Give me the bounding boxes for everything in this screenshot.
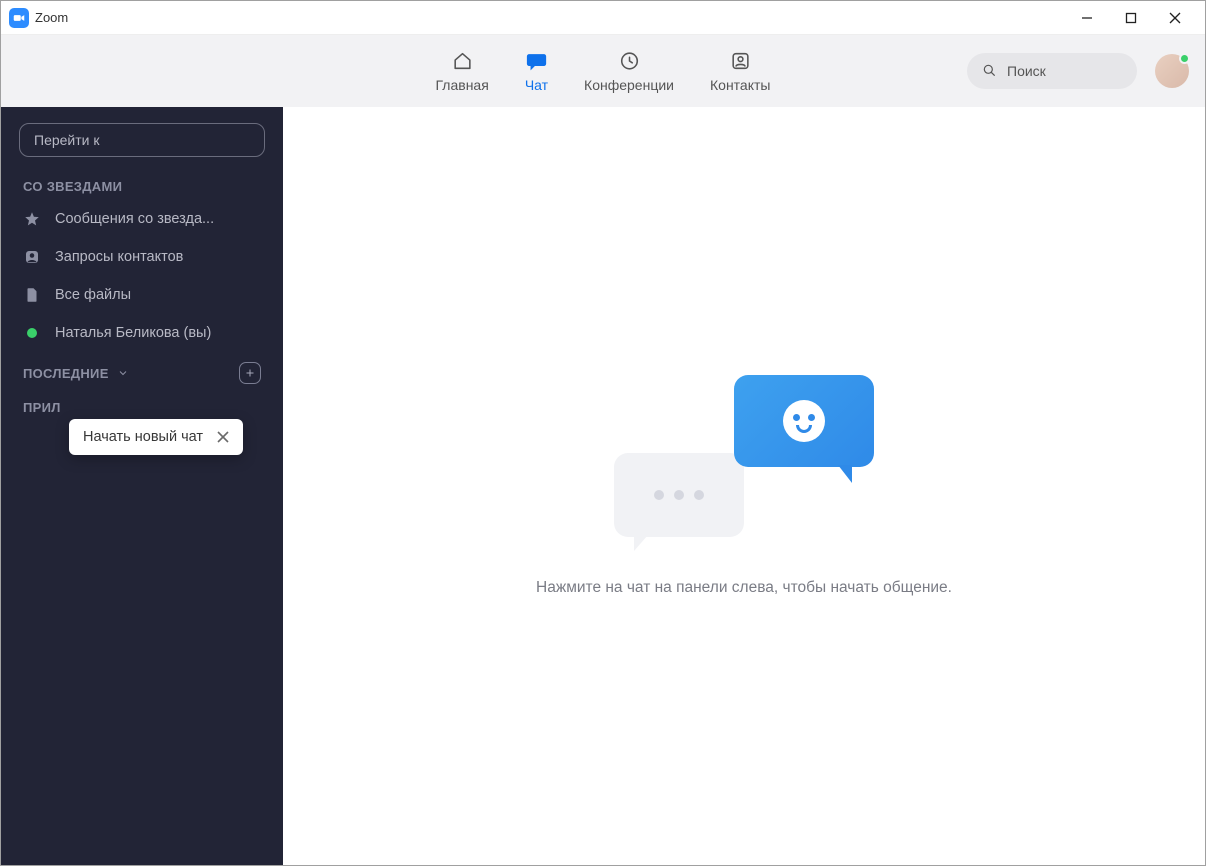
chat-empty-state: Нажмите на чат на панели слева, чтобы на…	[283, 107, 1205, 865]
tab-chat-label: Чат	[525, 77, 548, 93]
presence-dot-icon	[23, 324, 41, 342]
new-chat-button[interactable]	[239, 362, 261, 384]
title-bar: Zoom	[1, 1, 1205, 35]
star-icon	[23, 210, 41, 228]
sidebar-item-label: Все файлы	[55, 287, 131, 303]
home-icon	[451, 49, 473, 73]
window-minimize-button[interactable]	[1065, 3, 1109, 33]
contact-card-icon	[23, 248, 41, 266]
jump-to-input[interactable]	[19, 123, 265, 157]
tab-home-label: Главная	[436, 77, 489, 93]
section-recent-label: ПОСЛЕДНИЕ	[23, 366, 109, 381]
tab-contacts[interactable]: Контакты	[710, 49, 770, 93]
chat-sidebar: СО ЗВЕЗДАМИ Сообщения со звезда... Запро…	[1, 107, 283, 865]
jump-to-wrapper	[19, 123, 265, 157]
empty-state-text: Нажмите на чат на панели слева, чтобы на…	[536, 579, 952, 597]
top-nav-tabs: Главная Чат Конференции Контакты	[436, 49, 771, 93]
section-apps-header[interactable]: ПРИЛ	[1, 390, 283, 421]
chevron-down-icon	[117, 367, 129, 379]
sidebar-item-self[interactable]: Наталья Беликова (вы)	[1, 314, 283, 352]
chat-icon	[525, 49, 547, 73]
sidebar-item-label: Сообщения со звезда...	[55, 211, 214, 227]
tab-contacts-label: Контакты	[710, 77, 770, 93]
window-maximize-button[interactable]	[1109, 3, 1153, 33]
new-chat-tooltip-text: Начать новый чат	[83, 429, 203, 445]
search-placeholder: Поиск	[1007, 63, 1046, 79]
top-nav: Главная Чат Конференции Контакты	[1, 35, 1205, 107]
clock-icon	[618, 49, 640, 73]
section-starred-title: СО ЗВЕЗДАМИ	[1, 169, 283, 200]
speech-bubble-grey-icon	[614, 453, 744, 537]
search-icon	[981, 62, 1007, 81]
window-close-button[interactable]	[1153, 3, 1197, 33]
new-chat-tooltip: Начать новый чат	[69, 419, 243, 455]
window-title: Zoom	[35, 10, 68, 25]
speech-bubble-blue-icon	[734, 375, 874, 467]
search-button[interactable]: Поиск	[967, 53, 1137, 89]
sidebar-item-label: Запросы контактов	[55, 249, 183, 265]
sidebar-item-all-files[interactable]: Все файлы	[1, 276, 283, 314]
sidebar-item-label: Наталья Беликова (вы)	[55, 325, 211, 341]
file-icon	[23, 286, 41, 304]
contacts-icon	[729, 49, 751, 73]
section-starred-label: СО ЗВЕЗДАМИ	[23, 179, 122, 194]
section-recent-header[interactable]: ПОСЛЕДНИЕ	[1, 352, 283, 390]
tab-meetings-label: Конференции	[584, 77, 674, 93]
sidebar-item-starred-messages[interactable]: Сообщения со звезда...	[1, 200, 283, 238]
user-avatar[interactable]	[1155, 54, 1189, 88]
tab-meetings[interactable]: Конференции	[584, 49, 674, 93]
section-apps-label: ПРИЛ	[23, 400, 61, 415]
empty-state-illustration-icon	[614, 375, 874, 555]
app-body: СО ЗВЕЗДАМИ Сообщения со звезда... Запро…	[1, 107, 1205, 865]
sidebar-item-contact-requests[interactable]: Запросы контактов	[1, 238, 283, 276]
tab-home[interactable]: Главная	[436, 49, 489, 93]
tab-chat[interactable]: Чат	[525, 49, 548, 93]
tooltip-close-button[interactable]	[217, 431, 229, 443]
app-logo-icon	[9, 8, 29, 28]
app-window: Zoom Главная Чат	[0, 0, 1206, 866]
presence-indicator-icon	[1179, 53, 1190, 64]
